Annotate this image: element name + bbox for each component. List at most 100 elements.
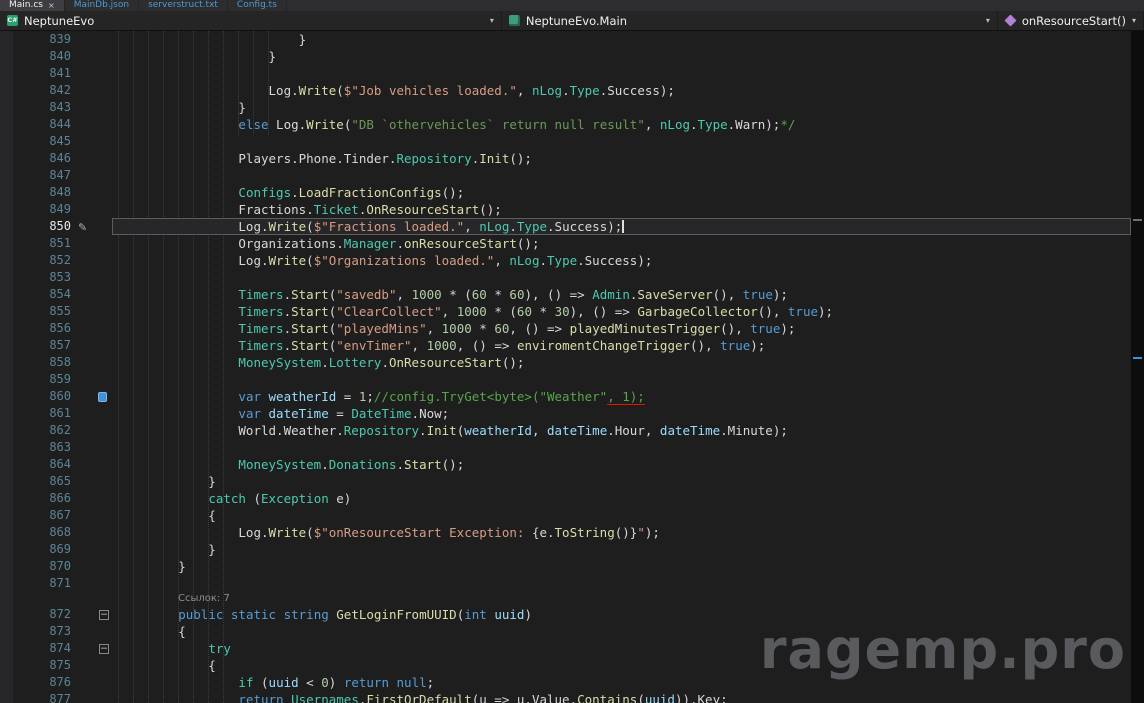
gutter-icons <box>75 167 97 184</box>
fold-collapse-button[interactable]: − <box>99 644 109 654</box>
code-line[interactable]: 848 Configs.LoadFractionConfigs(); <box>13 184 1131 201</box>
line-number[interactable]: 842 <box>13 82 75 99</box>
line-number[interactable]: 841 <box>13 65 75 82</box>
code-text: else Log.Write("DB `othervehicles` retur… <box>112 116 1131 133</box>
code-line[interactable]: 853 <box>13 269 1131 286</box>
code-line[interactable]: 843 } <box>13 99 1131 116</box>
code-line[interactable]: 854 Timers.Start("savedb", 1000 * (60 * … <box>13 286 1131 303</box>
code-text <box>112 575 1131 592</box>
close-icon[interactable]: × <box>48 0 55 11</box>
code-line[interactable]: 860 var weatherId = 1;//config.TryGet<by… <box>13 388 1131 405</box>
line-number[interactable]: 864 <box>13 456 75 473</box>
code-line[interactable]: 869 } <box>13 541 1131 558</box>
code-line[interactable]: 850✎ Log.Write($"Fractions loaded.", nLo… <box>13 218 1131 235</box>
line-number[interactable]: 858 <box>13 354 75 371</box>
vertical-scrollbar[interactable] <box>1131 31 1144 703</box>
line-number[interactable]: 869 <box>13 541 75 558</box>
line-number[interactable]: 865 <box>13 473 75 490</box>
line-number[interactable]: 857 <box>13 337 75 354</box>
gutter-icons <box>75 507 97 524</box>
code-line[interactable]: 852 Log.Write($"Organizations loaded.", … <box>13 252 1131 269</box>
code-line[interactable]: 862 World.Weather.Repository.Init(weathe… <box>13 422 1131 439</box>
fold-collapse-button[interactable]: − <box>99 610 109 620</box>
code-line[interactable]: 844 else Log.Write("DB `othervehicles` r… <box>13 116 1131 133</box>
type-dropdown[interactable]: NeptuneEvo.Main ▾ <box>502 11 998 30</box>
code-line[interactable]: 855 Timers.Start("ClearCollect", 1000 * … <box>13 303 1131 320</box>
line-number[interactable]: 875 <box>13 657 75 674</box>
line-number[interactable]: 856 <box>13 320 75 337</box>
line-number[interactable]: 861 <box>13 405 75 422</box>
gutter-icons <box>75 456 97 473</box>
code-line[interactable]: 846 Players.Phone.Tinder.Repository.Init… <box>13 150 1131 167</box>
line-number[interactable]: 870 <box>13 558 75 575</box>
line-number[interactable]: 846 <box>13 150 75 167</box>
code-line[interactable]: 871 <box>13 575 1131 592</box>
tab-label: serverstruct.txt <box>148 0 218 11</box>
fold-column <box>97 303 112 320</box>
line-number[interactable]: 872 <box>13 606 75 623</box>
code-line[interactable]: 864 MoneySystem.Donations.Start(); <box>13 456 1131 473</box>
fold-column <box>97 439 112 456</box>
line-number[interactable]: 843 <box>13 99 75 116</box>
line-number[interactable]: 867 <box>13 507 75 524</box>
code-line[interactable]: 868 Log.Write($"onResourceStart Exceptio… <box>13 524 1131 541</box>
line-number[interactable]: 877 <box>13 691 75 703</box>
line-number[interactable]: 851 <box>13 235 75 252</box>
code-line[interactable]: 865 } <box>13 473 1131 490</box>
fold-column <box>97 31 112 48</box>
tab-main-cs[interactable]: Main.cs × <box>0 0 65 11</box>
code-line[interactable]: 857 Timers.Start("envTimer", 1000, () =>… <box>13 337 1131 354</box>
chevron-down-icon: ▾ <box>490 16 494 25</box>
line-number[interactable]: 840 <box>13 48 75 65</box>
line-number[interactable]: 866 <box>13 490 75 507</box>
codelens-references[interactable]: Ссылок: 7 <box>178 593 230 604</box>
line-number[interactable]: 871 <box>13 575 75 592</box>
code-line[interactable]: 840 } <box>13 48 1131 65</box>
code-line[interactable]: 842 Log.Write($"Job vehicles loaded.", n… <box>13 82 1131 99</box>
code-line[interactable]: 839 } <box>13 31 1131 48</box>
fold-column <box>97 337 112 354</box>
line-number[interactable]: 844 <box>13 116 75 133</box>
tab-serverstruct[interactable]: serverstruct.txt <box>139 0 228 11</box>
code-line[interactable]: 849 Fractions.Ticket.OnResourceStart(); <box>13 201 1131 218</box>
code-line[interactable]: 866 catch (Exception e) <box>13 490 1131 507</box>
tab-maindb-json[interactable]: MainDb.json <box>65 0 139 11</box>
line-number[interactable]: 854 <box>13 286 75 303</box>
member-dropdown[interactable]: onResourceStart() ▾ <box>998 11 1144 30</box>
code-line[interactable]: 861 var dateTime = DateTime.Now; <box>13 405 1131 422</box>
line-number[interactable]: 860 <box>13 388 75 405</box>
line-number[interactable]: 845 <box>13 133 75 150</box>
line-number[interactable]: 873 <box>13 623 75 640</box>
code-line[interactable]: 877 return Usernames.FirstOrDefault(u =>… <box>13 691 1131 703</box>
line-number[interactable]: 853 <box>13 269 75 286</box>
project-dropdown[interactable]: C# NeptuneEvo ▾ <box>0 11 502 30</box>
line-number[interactable]: 862 <box>13 422 75 439</box>
code-line[interactable]: 870 } <box>13 558 1131 575</box>
code-line[interactable]: 856 Timers.Start("playedMins", 1000 * 60… <box>13 320 1131 337</box>
code-line[interactable]: 845 <box>13 133 1131 150</box>
line-number[interactable]: 849 <box>13 201 75 218</box>
line-number[interactable]: 876 <box>13 674 75 691</box>
code-line[interactable]: 847 <box>13 167 1131 184</box>
line-number[interactable]: 874 <box>13 640 75 657</box>
code-line[interactable]: 851 Organizations.Manager.onResourceStar… <box>13 235 1131 252</box>
code-line[interactable]: 841 <box>13 65 1131 82</box>
code-line[interactable]: 858 MoneySystem.Lottery.OnResourceStart(… <box>13 354 1131 371</box>
code-line[interactable]: 867 { <box>13 507 1131 524</box>
fold-column <box>97 422 112 439</box>
gutter-icons <box>75 422 97 439</box>
tab-config[interactable]: Config.ts <box>228 0 287 11</box>
code-line[interactable]: 859 <box>13 371 1131 388</box>
line-number[interactable]: 848 <box>13 184 75 201</box>
line-number[interactable]: 852 <box>13 252 75 269</box>
gutter-icons <box>75 558 97 575</box>
gutter-icons <box>75 371 97 388</box>
line-number[interactable]: 850 <box>13 218 75 235</box>
line-number[interactable]: 859 <box>13 371 75 388</box>
line-number[interactable]: 839 <box>13 31 75 48</box>
code-line[interactable]: 863 <box>13 439 1131 456</box>
line-number[interactable]: 863 <box>13 439 75 456</box>
line-number[interactable]: 847 <box>13 167 75 184</box>
line-number[interactable]: 855 <box>13 303 75 320</box>
line-number[interactable]: 868 <box>13 524 75 541</box>
